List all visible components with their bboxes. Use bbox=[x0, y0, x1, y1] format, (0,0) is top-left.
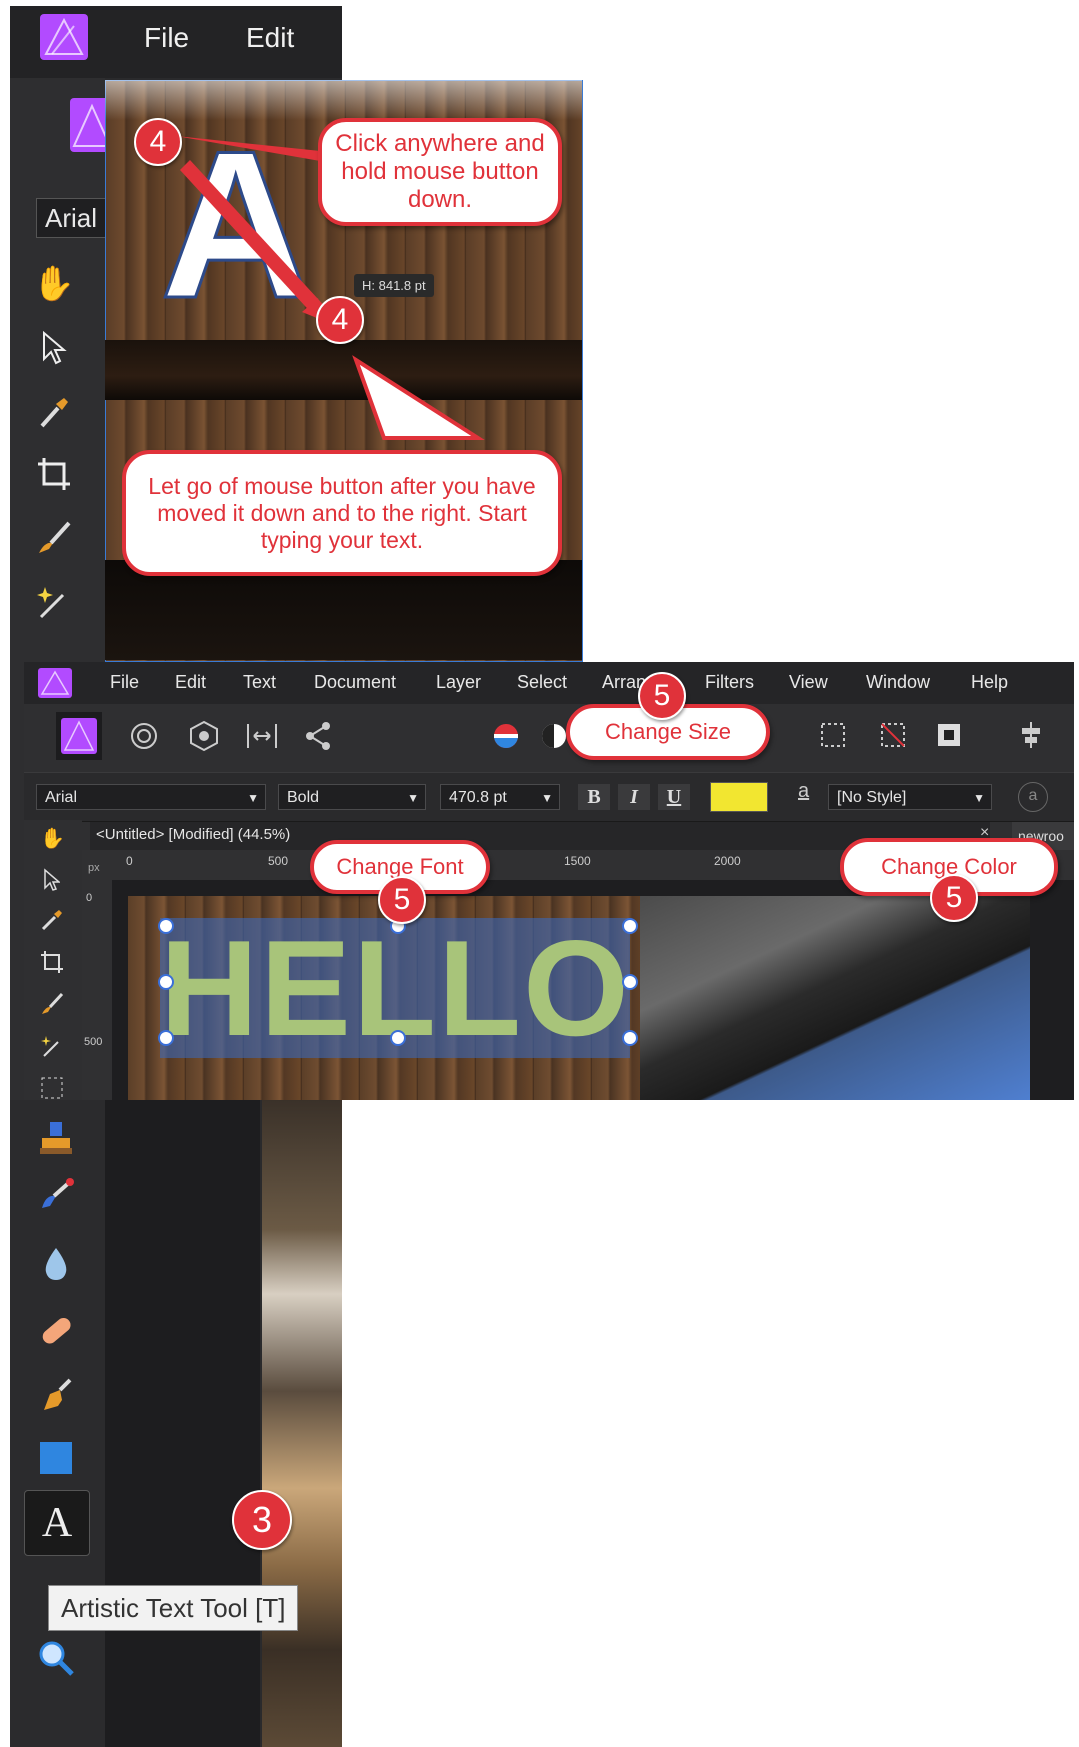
pen-tool-icon[interactable] bbox=[30, 1370, 82, 1422]
paint-brush-icon[interactable] bbox=[40, 992, 64, 1021]
text-tool-tooltip: Artistic Text Tool [T] bbox=[48, 1585, 299, 1631]
resize-handle[interactable] bbox=[158, 918, 174, 934]
vertical-ruler bbox=[82, 880, 113, 1100]
selection-brush-icon[interactable] bbox=[40, 1076, 64, 1105]
export-persona-icon[interactable] bbox=[302, 720, 334, 757]
menu-text[interactable]: Text bbox=[243, 672, 276, 693]
step-4-badge-top: 4 bbox=[134, 118, 182, 166]
ruler-v-tick: 0 bbox=[86, 892, 93, 904]
rectangle-shape-icon[interactable] bbox=[30, 1432, 82, 1484]
callout-pointer-let-go bbox=[352, 355, 485, 440]
menu-edit[interactable]: Edit bbox=[175, 672, 206, 693]
menu-view[interactable]: View bbox=[789, 672, 828, 693]
chevron-down-icon: ▼ bbox=[407, 791, 419, 805]
resize-handle[interactable] bbox=[622, 918, 638, 934]
font-family-value: Arial bbox=[45, 789, 78, 806]
resize-handle[interactable] bbox=[390, 1030, 406, 1046]
color-wheel-icon[interactable] bbox=[492, 722, 520, 755]
contrast-icon[interactable] bbox=[540, 722, 568, 755]
chevron-down-icon: ▼ bbox=[541, 791, 553, 805]
menu-select[interactable]: Select bbox=[517, 672, 567, 693]
crop-tool-icon[interactable] bbox=[40, 950, 64, 979]
marquee-select-icon[interactable] bbox=[818, 720, 848, 755]
color-picker-icon[interactable] bbox=[40, 908, 64, 937]
resize-handle[interactable] bbox=[622, 1030, 638, 1046]
bold-button[interactable]: B bbox=[578, 784, 610, 810]
dark-panel-strip bbox=[105, 1100, 260, 1747]
callout-let-go: Let go of mouse button after you have mo… bbox=[122, 450, 562, 576]
paragraph-style-dropdown[interactable]: [No Style] ▼ bbox=[828, 784, 992, 810]
retouch-brush-icon[interactable] bbox=[30, 1168, 82, 1220]
ruler-v-tick: 500 bbox=[84, 1036, 103, 1048]
move-tool-icon[interactable] bbox=[42, 868, 62, 897]
text-frame-icon[interactable]: a bbox=[1018, 782, 1048, 812]
magic-wand-icon[interactable] bbox=[40, 1034, 64, 1063]
ruler-tick: 1500 bbox=[564, 854, 591, 868]
document-tab[interactable]: <Untitled> [Modified] (44.5%) bbox=[96, 826, 290, 843]
menu-file[interactable]: File bbox=[110, 672, 139, 693]
step-3-badge: 3 bbox=[232, 1490, 292, 1550]
zoom-tool-icon[interactable] bbox=[30, 1632, 82, 1684]
arrow-4-callout-tail bbox=[176, 136, 330, 162]
step-5-badge-size: 5 bbox=[638, 672, 686, 720]
font-weight-dropdown[interactable]: Bold ▼ bbox=[278, 784, 426, 810]
menu-layer[interactable]: Layer bbox=[436, 672, 481, 693]
develop-persona-icon[interactable] bbox=[188, 720, 220, 757]
photo-roof-sky bbox=[640, 896, 1030, 1100]
invert-selection-icon[interactable] bbox=[934, 720, 964, 755]
font-size-value: 470.8 pt bbox=[449, 789, 507, 806]
style-value: [No Style] bbox=[837, 789, 907, 806]
step-5-badge-color: 5 bbox=[930, 874, 978, 922]
text-color-swatch[interactable] bbox=[710, 782, 768, 812]
affinity-logo-icon bbox=[38, 668, 72, 698]
arrow-4-diagonal bbox=[180, 160, 330, 318]
deselect-icon[interactable] bbox=[878, 720, 908, 755]
step-5-badge-font: 5 bbox=[378, 876, 426, 924]
menu-document[interactable]: Document bbox=[314, 672, 396, 693]
menu-filters[interactable]: Filters bbox=[705, 672, 754, 693]
font-size-field[interactable]: 470.8 pt ▼ bbox=[440, 784, 560, 810]
menu-window[interactable]: Window bbox=[866, 672, 930, 693]
ruler-unit: px bbox=[88, 862, 100, 874]
chevron-down-icon: ▼ bbox=[973, 791, 985, 805]
menu-help[interactable]: Help bbox=[971, 672, 1008, 693]
artistic-text-tool-button[interactable]: A bbox=[24, 1490, 90, 1556]
hand-tool-icon[interactable]: ✋ bbox=[40, 826, 65, 851]
canvas-photo-edge bbox=[262, 1100, 342, 1747]
text-style-a-icon[interactable]: a bbox=[798, 780, 809, 803]
step-4-badge-bottom: 4 bbox=[316, 296, 364, 344]
ruler-tick: 500 bbox=[268, 854, 289, 868]
align-icon[interactable] bbox=[1016, 720, 1046, 755]
italic-button[interactable]: I bbox=[618, 784, 650, 810]
blur-drop-icon[interactable] bbox=[30, 1238, 82, 1290]
liquify-persona-icon[interactable] bbox=[128, 720, 160, 757]
photo-persona-icon[interactable] bbox=[56, 712, 102, 760]
bandage-icon[interactable] bbox=[30, 1304, 82, 1356]
resize-handle[interactable] bbox=[158, 1030, 174, 1046]
clone-stamp-icon[interactable] bbox=[30, 1112, 82, 1164]
ruler-tick: 2000 bbox=[714, 854, 741, 868]
font-family-dropdown[interactable]: Arial ▼ bbox=[36, 784, 266, 810]
font-weight-value: Bold bbox=[287, 789, 320, 806]
tone-mapping-persona-icon[interactable] bbox=[244, 720, 280, 757]
chevron-down-icon: ▼ bbox=[247, 791, 259, 805]
underline-button[interactable]: U bbox=[658, 784, 690, 810]
resize-handle[interactable] bbox=[622, 974, 638, 990]
resize-handle[interactable] bbox=[158, 974, 174, 990]
callout-click-anywhere: Click anywhere and hold mouse button dow… bbox=[318, 118, 562, 226]
ruler-tick: 0 bbox=[126, 854, 133, 868]
